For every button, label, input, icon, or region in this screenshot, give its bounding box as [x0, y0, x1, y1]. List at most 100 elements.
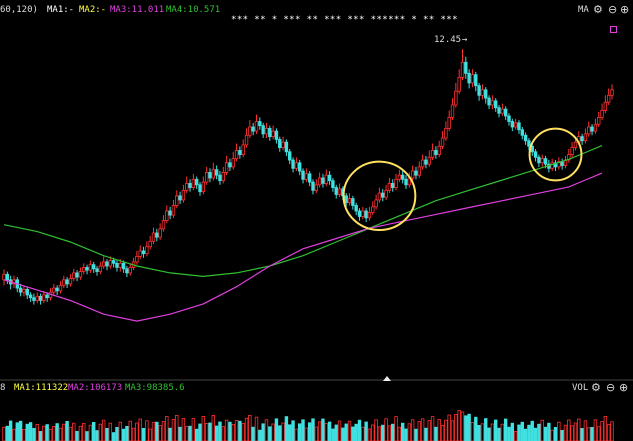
plus-icon[interactable]: ⊕ [620, 4, 629, 15]
volume-bar [317, 421, 322, 441]
candle-body [464, 61, 468, 74]
candle-body [480, 89, 485, 96]
vol-ma2-label[interactable]: MA2:106173 [68, 383, 122, 394]
volume-bar [88, 424, 93, 441]
candle-body [297, 162, 302, 172]
candle-body [417, 166, 422, 176]
candle-body [82, 267, 86, 272]
volume-bar [361, 426, 365, 441]
volume-bar [98, 423, 103, 441]
volume-bar [141, 427, 146, 441]
volume-bar [334, 424, 338, 441]
gear-icon[interactable]: ⚙ [593, 4, 603, 15]
volume-bar [457, 409, 461, 441]
volume-bar [151, 422, 156, 441]
candle-body [231, 158, 235, 168]
volume-bar [540, 419, 544, 441]
ma2-label[interactable]: MA2:- [79, 5, 106, 16]
candle-body [191, 178, 196, 188]
volume-bar [95, 430, 99, 441]
candle-body [587, 126, 591, 135]
volume-bar [12, 428, 16, 441]
volume-bar [181, 417, 186, 441]
candle-body [161, 220, 166, 230]
volume-bar [537, 423, 541, 441]
volume-bar [108, 422, 113, 441]
volume-bar [387, 425, 392, 441]
minus-icon[interactable]: ⊖ [608, 4, 617, 15]
candle-body [527, 140, 531, 147]
candle-body [301, 170, 305, 180]
candle-body [5, 273, 10, 281]
candle-body [404, 178, 408, 186]
candle-body [181, 189, 186, 201]
volume-bar [191, 418, 196, 441]
volume-bar [118, 421, 122, 441]
volume-bar [244, 417, 249, 441]
candle-body [334, 187, 338, 195]
vol-minus-icon[interactable]: ⊖ [606, 382, 615, 393]
vol-ma3-label[interactable]: MA3:98385.6 [125, 383, 185, 394]
volume-bar [201, 415, 206, 441]
candle-body [138, 250, 142, 257]
volume-bar [577, 418, 581, 441]
volume-indicator-label[interactable]: VOL [572, 383, 588, 394]
volume-bar [38, 430, 43, 441]
candle-body [171, 205, 176, 216]
vol-ma1-label[interactable]: MA1:111322 [14, 383, 68, 394]
volume-bar [25, 423, 29, 441]
volume-bar [161, 421, 166, 441]
volume-bar [450, 420, 455, 441]
volume-bar [427, 420, 431, 441]
candle-body [523, 134, 528, 142]
candle-body [507, 115, 511, 122]
vol-gear-icon[interactable]: ⚙ [591, 382, 601, 393]
candle-body [141, 250, 146, 255]
ma4-label[interactable]: MA4:10.571 [166, 5, 220, 16]
candle-body [258, 121, 262, 127]
candle-body [344, 195, 348, 204]
volume-bar [278, 425, 282, 441]
volume-bar [550, 429, 554, 441]
volume-bar [341, 427, 345, 441]
candle-body [434, 149, 438, 155]
volume-bar [394, 416, 398, 441]
ma4-line [3, 145, 603, 278]
candle-body [593, 123, 598, 132]
candle-body [158, 228, 162, 238]
candle-body [188, 183, 192, 188]
volume-bar [92, 421, 96, 441]
candle-body [35, 295, 39, 301]
ma3-label[interactable]: MA3:11.011 [110, 5, 164, 16]
volume-bar [553, 426, 558, 441]
candle-body [291, 159, 295, 169]
volume-bar [474, 416, 478, 441]
volume-bar [218, 421, 222, 441]
volume-bar [85, 431, 89, 441]
volume-bar [321, 418, 325, 441]
volume-bar [510, 422, 515, 441]
candle-body [145, 246, 149, 255]
volume-bar [62, 423, 66, 441]
candle-body [440, 137, 445, 147]
candle-body [603, 101, 608, 111]
volume-bar [440, 424, 445, 441]
volume-bar [570, 425, 574, 441]
expand-up-icon[interactable] [383, 376, 391, 381]
candle-body [540, 158, 544, 164]
volume-bar [371, 424, 375, 441]
candle-body [537, 156, 541, 164]
volume-bar [231, 423, 235, 441]
candle-body [28, 294, 33, 299]
ma3-line [3, 172, 603, 322]
candle-body [42, 294, 46, 301]
ma1-label[interactable]: MA1:- [47, 5, 74, 16]
candle-body [457, 77, 461, 92]
volume-bar [261, 423, 265, 441]
candle-body [367, 211, 372, 219]
candle-body [444, 127, 448, 139]
vol-plus-icon[interactable]: ⊕ [619, 382, 628, 393]
main-indicator-label[interactable]: MA [578, 5, 589, 16]
volume-bar [424, 427, 428, 441]
volume-bar [111, 432, 116, 441]
